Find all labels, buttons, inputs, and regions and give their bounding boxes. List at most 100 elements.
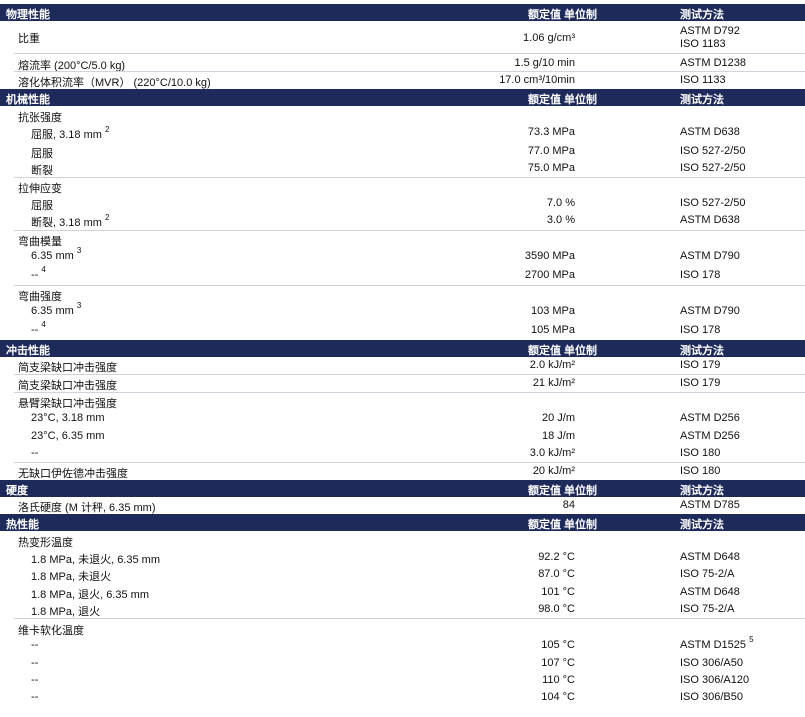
property-value: 3590 MPa	[524, 250, 575, 262]
group-label: 弯曲模量	[18, 236, 62, 248]
property-value: 77.0 MPa	[527, 145, 575, 157]
property-label: 1.8 MPa, 未退火	[31, 571, 112, 583]
property-label: 6.35 mm 3	[31, 301, 82, 317]
section-title: 热性能	[6, 519, 39, 531]
property-label: --	[31, 657, 39, 669]
property-label: --	[31, 639, 39, 651]
property-label: 屈服	[31, 148, 53, 160]
table-row: 洛氏硬度 (M 计秤, 6.35 mm) 84 ASTM D785	[0, 497, 805, 514]
test-method: ISO 75-2/A	[680, 568, 735, 580]
section-header-physical: 物理性能 额定值 单位制 测试方法	[0, 4, 805, 21]
test-method: ASTM D648	[680, 586, 740, 598]
table-row: 1.8 MPa, 未退火, 6.35 mm 92.2 °C ASTM D648	[0, 549, 805, 566]
property-label: 屈服, 3.18 mm 2	[31, 125, 110, 141]
table-row: -- 105 °C ASTM D1525 5	[0, 636, 805, 654]
group-label: 弯曲强度	[18, 291, 62, 303]
test-method: ASTM D790	[680, 305, 740, 317]
property-value: 2700 MPa	[524, 269, 575, 281]
group-label-row: 抗张强度	[0, 107, 805, 124]
test-method: ISO 75-2/A	[680, 603, 735, 615]
test-method: ISO 178	[680, 269, 721, 281]
property-label: --	[31, 691, 39, 703]
test-method: ISO 527-2/50	[680, 145, 746, 157]
property-value: 107 °C	[541, 657, 575, 669]
property-value: 1.5 g/10 min	[514, 57, 575, 69]
table-row: 简支梁缺口冲击强度 2.0 kJ/m² ISO 179	[0, 357, 805, 374]
table-row: 屈服 7.0 % ISO 527-2/50	[0, 195, 805, 212]
table-row: 简支梁缺口冲击强度 21 kJ/m² ISO 179	[0, 375, 805, 392]
group-label: 抗张强度	[18, 112, 62, 124]
row-divider	[14, 53, 805, 54]
method-column-header: 测试方法	[680, 9, 724, 21]
value-column-header: 额定值 单位制	[528, 485, 598, 497]
test-method: ISO 178	[680, 324, 721, 336]
table-row: 断裂 75.0 MPa ISO 527-2/50	[0, 160, 805, 177]
section-header-mechanical: 机械性能 额定值 单位制 测试方法	[0, 89, 805, 106]
section-title: 硬度	[6, 485, 28, 497]
test-method: ASTM D790	[680, 250, 740, 262]
method-column-header: 测试方法	[680, 345, 724, 357]
property-value: 73.3 MPa	[527, 126, 575, 138]
property-label: 6.35 mm 3	[31, 246, 82, 262]
property-value: 7.0 %	[546, 197, 575, 209]
property-value: 101 °C	[541, 586, 575, 598]
property-label: 简支梁缺口冲击强度	[18, 362, 117, 374]
test-method: ISO 180	[680, 447, 721, 459]
property-value: 3.0 kJ/m²	[529, 447, 575, 459]
section-title: 机械性能	[6, 94, 50, 106]
table-row: 比重 1.06 g/cm³ ASTM D792 ISO 1183	[0, 25, 805, 50]
property-label: 断裂	[31, 165, 53, 177]
group-label: 拉伸应变	[18, 183, 62, 195]
table-row: -- 3.0 kJ/m² ISO 180	[0, 445, 805, 462]
property-value: 1.06 g/cm³	[523, 32, 575, 44]
property-label: 1.8 MPa, 退火	[31, 606, 101, 618]
property-value: 18 J/m	[541, 430, 575, 442]
test-method: ASTM D648	[680, 551, 740, 563]
method-column-header: 测试方法	[680, 485, 724, 497]
property-value: 92.2 °C	[538, 551, 575, 563]
row-divider	[14, 618, 805, 619]
test-method: ISO 527-2/50	[680, 162, 746, 174]
value-column-header: 额定值 单位制	[528, 345, 598, 357]
value-column-header: 额定值 单位制	[528, 9, 598, 21]
property-label: 简支梁缺口冲击强度	[18, 380, 117, 392]
section-title: 物理性能	[6, 9, 50, 21]
value-column-header: 额定值 单位制	[528, 94, 598, 106]
table-row: 熔流率 (200°C/5.0 kg) 1.5 g/10 min ASTM D12…	[0, 55, 805, 72]
property-value: 75.0 MPa	[527, 162, 575, 174]
property-value: 20 J/m	[541, 412, 575, 424]
table-row: 屈服, 3.18 mm 2 73.3 MPa ASTM D638	[0, 124, 805, 141]
test-method: ISO 306/A120	[680, 674, 750, 686]
table-row: 1.8 MPa, 退火 98.0 °C ISO 75-2/A	[0, 601, 805, 618]
group-label-row: 维卡软化温度	[0, 620, 805, 637]
property-value: 20 kJ/m²	[532, 465, 575, 477]
property-label: 无缺口伊佐德冲击强度	[18, 468, 128, 480]
test-method: ISO 179	[680, 359, 721, 371]
table-row: 断裂, 3.18 mm 2 3.0 % ASTM D638	[0, 212, 805, 229]
test-method: ASTM D256	[680, 430, 740, 442]
property-value: 21 kJ/m²	[532, 377, 575, 389]
property-value: 103 MPa	[530, 305, 575, 317]
table-row: 屈服 77.0 MPa ISO 527-2/50	[0, 143, 805, 160]
table-row: -- 4 2700 MPa ISO 178	[0, 266, 805, 284]
property-value: 110 °C	[542, 674, 575, 686]
table-row: 23°C, 6.35 mm 18 J/m ASTM D256	[0, 428, 805, 445]
property-label: 23°C, 6.35 mm	[31, 430, 105, 442]
property-label: 1.8 MPa, 退火, 6.35 mm	[31, 589, 149, 601]
method-column-header: 测试方法	[680, 519, 724, 531]
property-value: 105 MPa	[530, 324, 575, 336]
table-row: 1.8 MPa, 未退火 87.0 °C ISO 75-2/A	[0, 566, 805, 583]
property-label: --	[31, 447, 39, 459]
section-header-hardness: 硬度 额定值 单位制 测试方法	[0, 480, 805, 497]
property-value: 3.0 %	[546, 214, 575, 226]
group-label: 维卡软化温度	[18, 625, 84, 637]
property-label: 断裂, 3.18 mm 2	[31, 213, 110, 229]
table-row: 23°C, 3.18 mm 20 J/m ASTM D256	[0, 410, 805, 427]
table-row: 6.35 mm 3 103 MPa ASTM D790	[0, 301, 805, 320]
section-header-thermal: 热性能 额定值 单位制 测试方法	[0, 514, 805, 531]
test-method: ISO 1133	[680, 74, 726, 86]
section-title: 冲击性能	[6, 345, 50, 357]
property-label: 1.8 MPa, 未退火, 6.35 mm	[31, 554, 160, 566]
property-value: 87.0 °C	[538, 568, 575, 580]
property-value: 104 °C	[541, 691, 575, 703]
